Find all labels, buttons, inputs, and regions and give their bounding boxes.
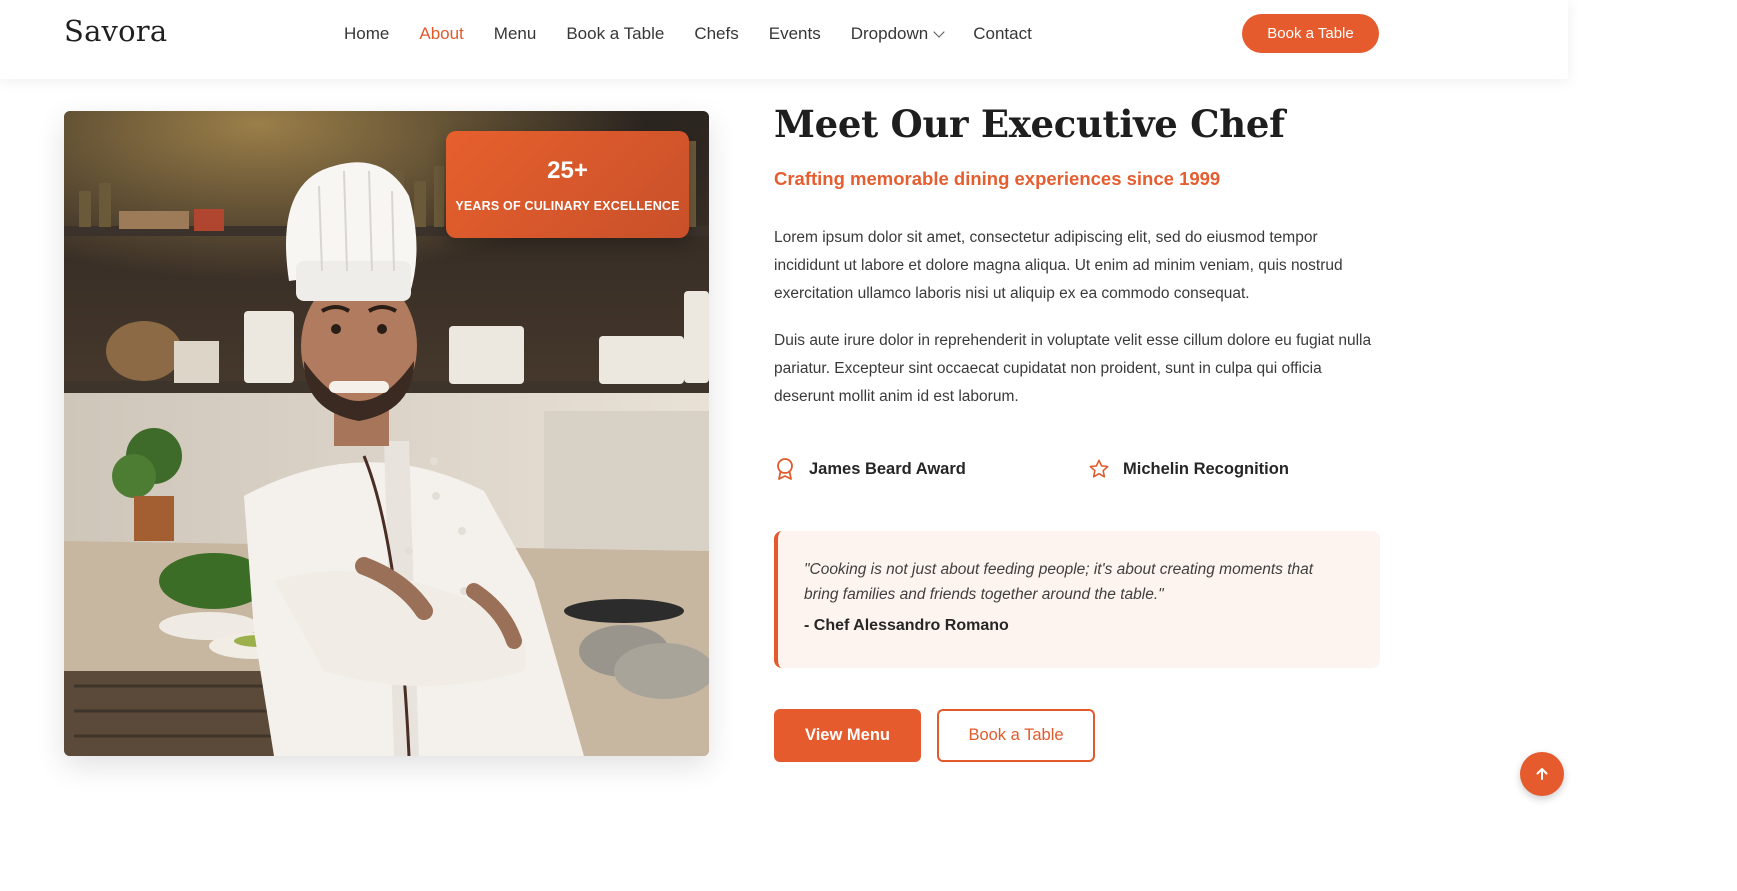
site-header: Savora Home About Menu Book a Table Chef… [0,0,1568,79]
badge-number: 25+ [547,157,588,184]
nav-item-menu[interactable]: Menu [494,24,537,44]
chef-quote: "Cooking is not just about feeding peopl… [774,531,1380,668]
award-michelin: Michelin Recognition [1088,457,1289,481]
nav-item-book-a-table[interactable]: Book a Table [566,24,664,44]
scroll-top-button[interactable] [1520,752,1564,796]
nav-item-chefs[interactable]: Chefs [694,24,738,44]
section-subtitle: Crafting memorable dining experiences si… [774,168,1221,189]
main-nav: Home About Menu Book a Table Chefs Event… [344,22,1062,46]
badge-label: YEARS OF CULINARY EXCELLENCE [455,199,680,213]
award-label: James Beard Award [809,459,966,478]
award-label: Michelin Recognition [1123,459,1289,478]
quote-text: "Cooking is not just about feeding peopl… [804,561,1314,603]
nav-item-dropdown-label: Dropdown [850,24,929,43]
nav-item-events[interactable]: Events [769,24,821,44]
about-paragraph-1: Lorem ipsum dolor sit amet, consectetur … [774,229,1343,302]
brand-logo[interactable]: Savora [64,14,167,48]
experience-badge: 25+ YEARS OF CULINARY EXCELLENCE [446,131,689,238]
chevron-down-icon [933,25,945,38]
award-james-beard: James Beard Award [774,457,966,481]
award-icon [777,458,793,480]
about-paragraph-2: Duis aute irure dolor in reprehenderit i… [774,332,1372,405]
nav-item-contact[interactable]: Contact [973,24,1032,44]
view-menu-button[interactable]: View Menu [774,709,921,762]
arrow-up-icon [1536,768,1548,780]
nav-item-dropdown[interactable]: Dropdown [850,24,945,44]
nav-item-about[interactable]: About [419,24,463,44]
quote-author: - Chef Alessandro Romano [804,617,1009,634]
section-title: Meet Our Executive Chef [774,102,1285,146]
book-table-button[interactable]: Book a Table [937,709,1095,762]
header-book-table-button[interactable]: Book a Table [1242,14,1379,53]
star-icon [1089,459,1109,478]
nav-item-home[interactable]: Home [344,24,389,44]
